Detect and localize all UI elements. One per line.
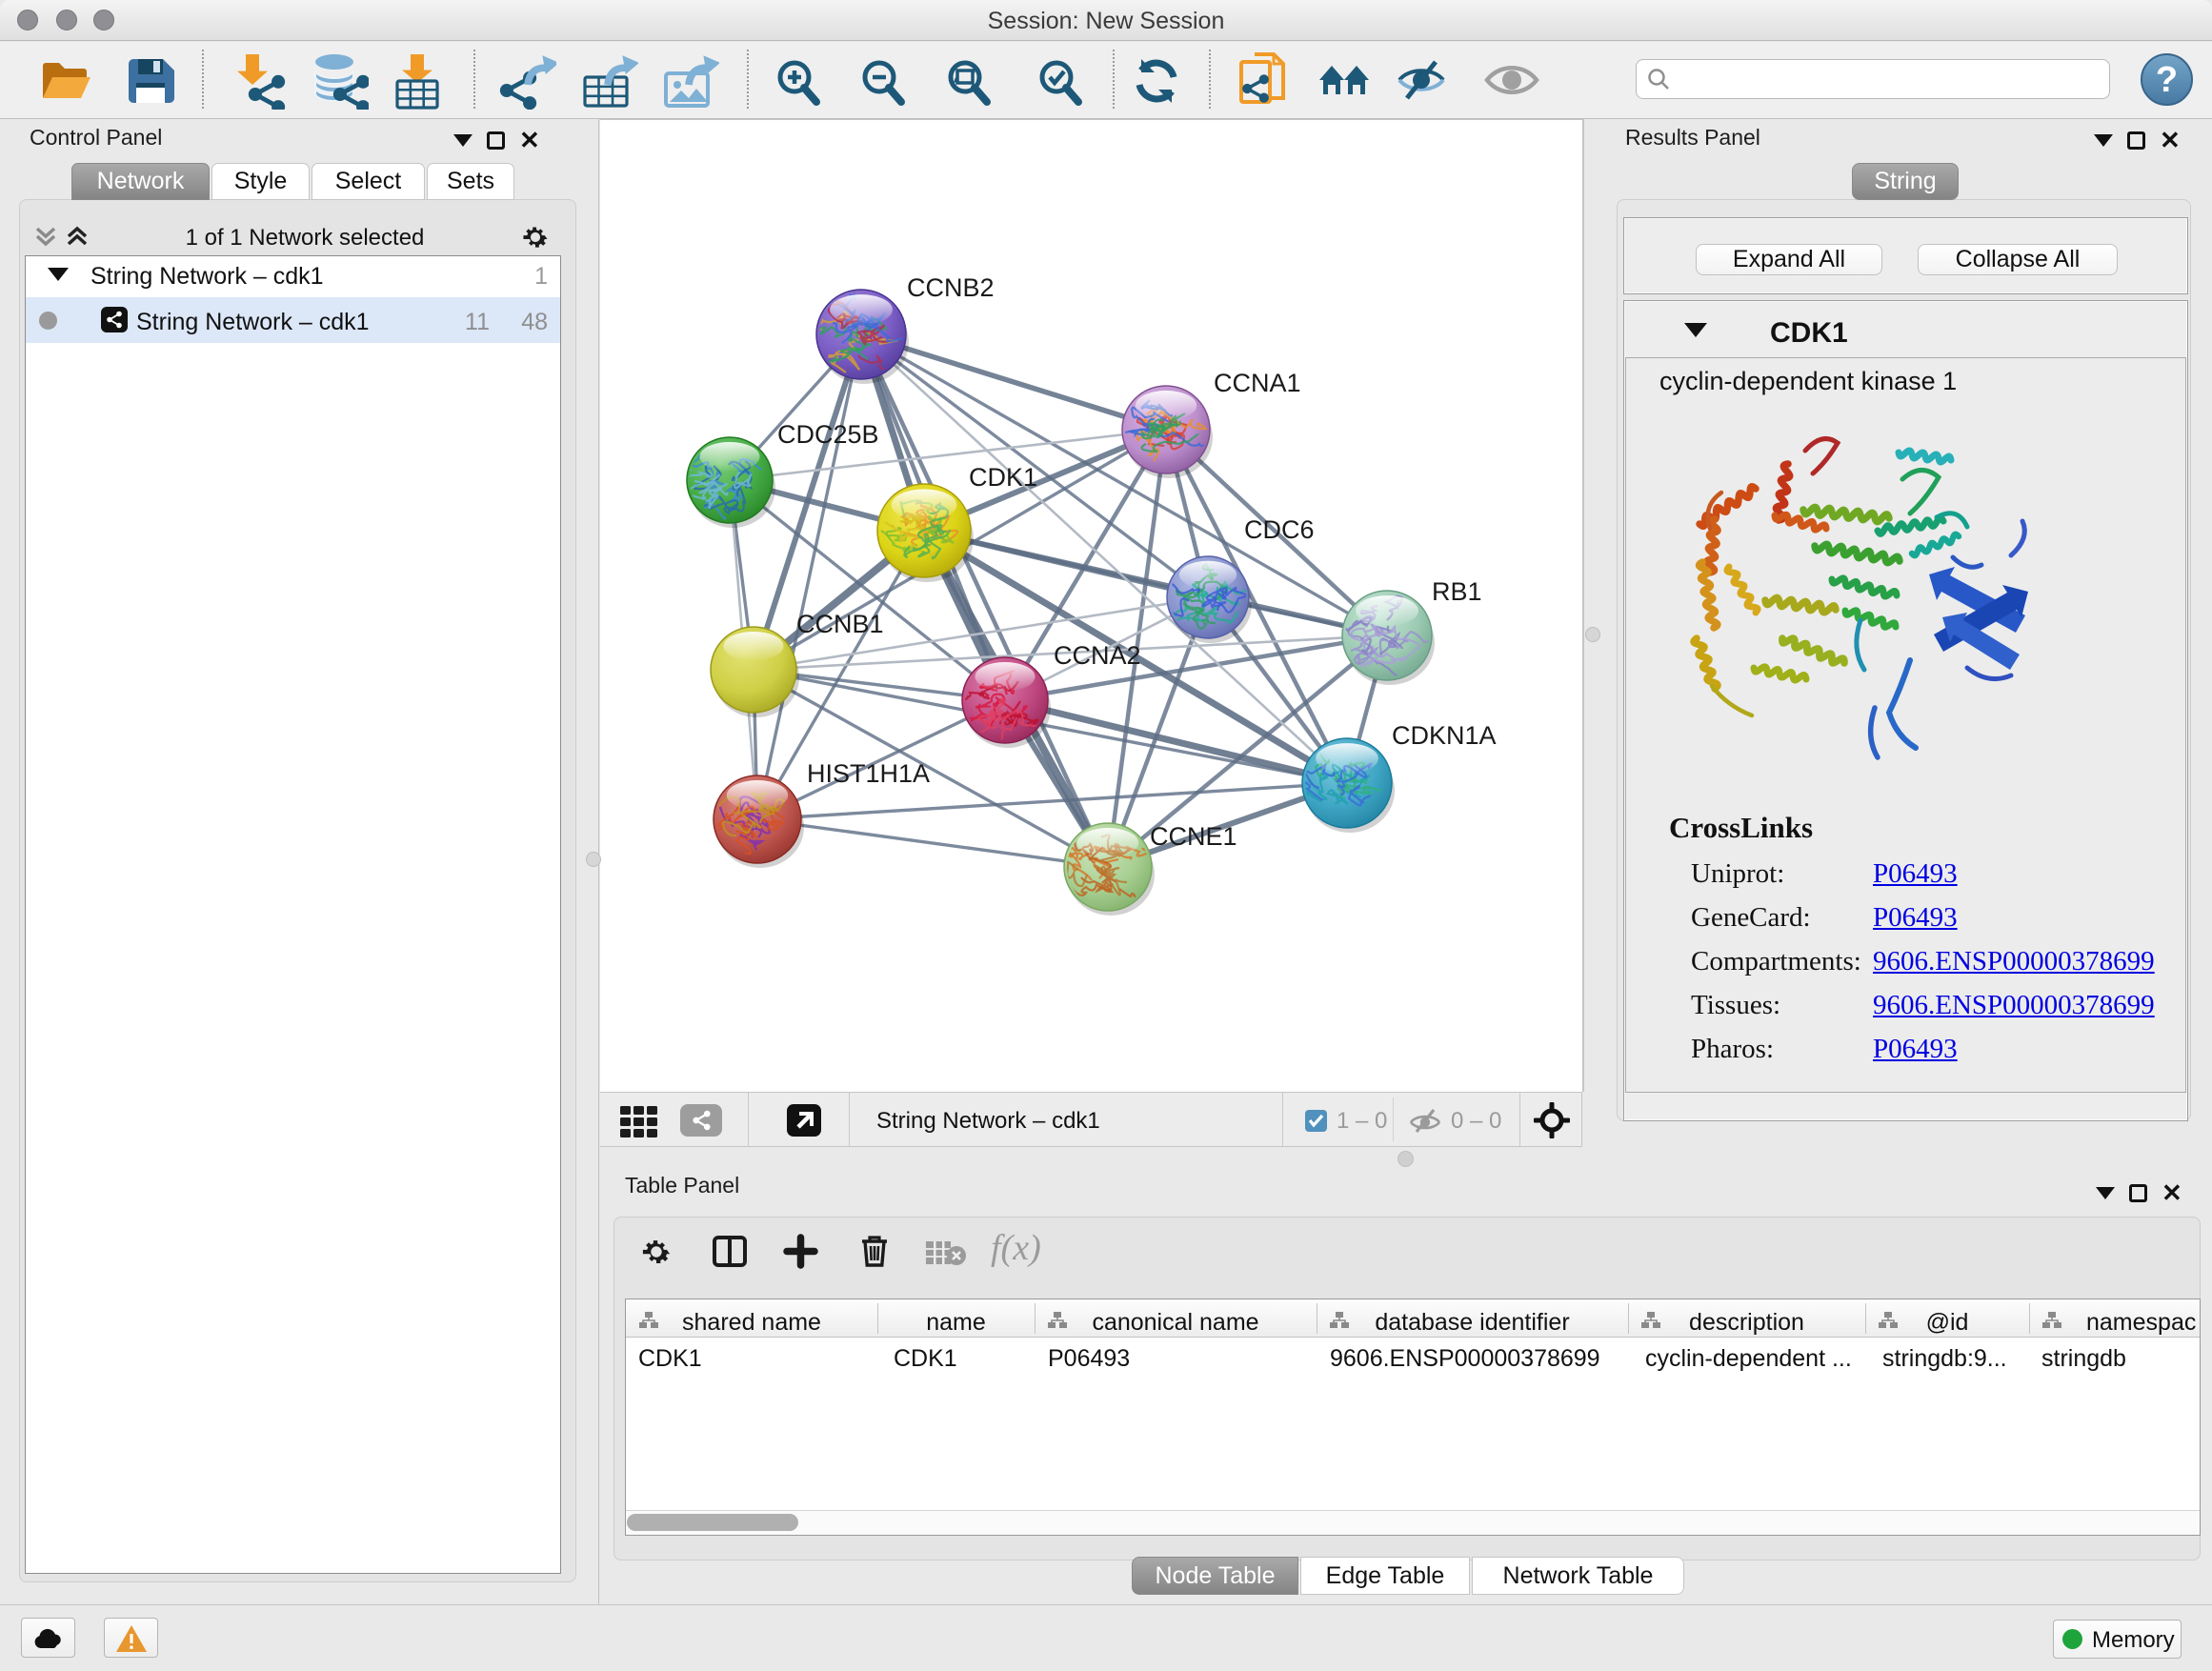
svg-text:CDC25B: CDC25B — [777, 420, 879, 449]
svg-text:CDKN1A: CDKN1A — [1392, 721, 1497, 750]
svg-text:CCNB2: CCNB2 — [907, 273, 995, 302]
svg-text:CCNA2: CCNA2 — [1054, 641, 1141, 670]
svg-text:CDC6: CDC6 — [1244, 515, 1315, 544]
svg-text:HIST1H1A: HIST1H1A — [807, 759, 930, 788]
svg-text:RB1: RB1 — [1432, 577, 1482, 606]
svg-text:CCNA1: CCNA1 — [1214, 369, 1301, 397]
svg-text:CDK1: CDK1 — [969, 463, 1037, 492]
svg-text:CCNE1: CCNE1 — [1150, 822, 1237, 851]
svg-text:CCNB1: CCNB1 — [796, 610, 884, 638]
